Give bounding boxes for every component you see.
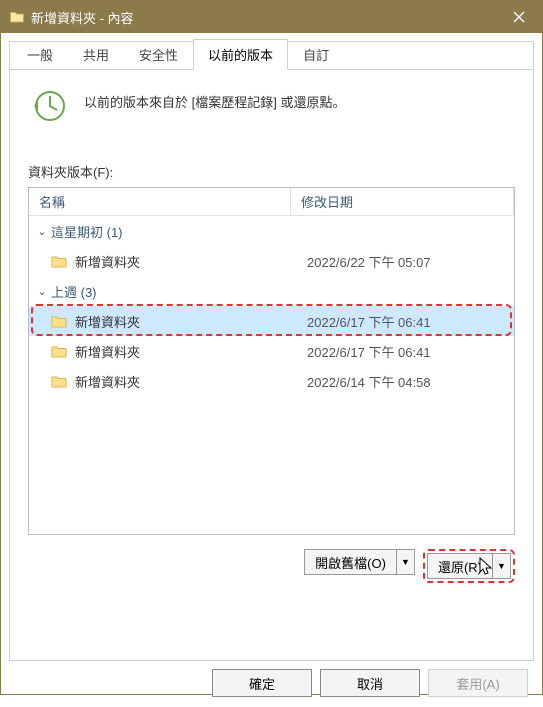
window-title: 新增資料夾 - 內容: [31, 8, 496, 27]
restore-button[interactable]: 還原(R) ▼: [427, 553, 511, 579]
group-label: 這星期初 (1): [51, 222, 123, 241]
folder-icon: [51, 254, 69, 268]
dialog-frame: 一般 共用 安全性 以前的版本 自訂 以前的版本來自於 [檔案歷程記錄] 或還原…: [9, 41, 534, 661]
item-date: 2022/6/22 下午 05:07: [307, 252, 514, 271]
item-name: 新增資料夾: [75, 312, 307, 331]
list-item[interactable]: 新增資料夾 2022/6/17 下午 06:41: [29, 336, 514, 366]
chevron-down-icon: ⌄: [35, 285, 49, 298]
item-name: 新增資料夾: [75, 342, 307, 361]
tab-previous-versions[interactable]: 以前的版本: [193, 39, 288, 70]
item-name: 新增資料夾: [75, 372, 307, 391]
tab-body: 以前的版本來自於 [檔案歷程記錄] 或還原點。 資料夾版本(F): 名稱 修改日…: [10, 70, 533, 583]
folder-icon: [51, 374, 69, 388]
versions-list[interactable]: 名稱 修改日期 ⌄ 這星期初 (1) 新增資料夾 2022/6/22 下午 05…: [28, 187, 515, 535]
ok-button[interactable]: 確定: [212, 669, 312, 697]
hint-text: 以前的版本來自於 [檔案歷程記錄] 或還原點。: [84, 86, 345, 111]
col-name[interactable]: 名稱: [29, 188, 291, 215]
restore-label: 還原(R): [428, 554, 492, 578]
titlebar: 新增資料夾 - 內容: [1, 1, 542, 33]
folder-icon: [9, 9, 25, 25]
tab-custom[interactable]: 自訂: [288, 39, 344, 69]
list-item[interactable]: 新增資料夾 2022/6/14 下午 04:58: [29, 366, 514, 396]
tab-strip: 一般 共用 安全性 以前的版本 自訂: [10, 42, 533, 70]
open-button[interactable]: 開啟舊檔(O) ▼: [304, 549, 415, 575]
col-date[interactable]: 修改日期: [291, 188, 514, 215]
group-row[interactable]: ⌄ 這星期初 (1): [29, 216, 514, 246]
group-row[interactable]: ⌄ 上週 (3): [29, 276, 514, 306]
folder-icon: [51, 314, 69, 328]
versions-label: 資料夾版本(F):: [28, 162, 515, 181]
item-date: 2022/6/14 下午 04:58: [307, 372, 514, 391]
list-item[interactable]: 新增資料夾 2022/6/22 下午 05:07: [29, 246, 514, 276]
action-buttons: 開啟舊檔(O) ▼ 還原(R) ▼: [28, 549, 515, 583]
tab-security[interactable]: 安全性: [124, 39, 193, 69]
item-date: 2022/6/17 下午 06:41: [307, 312, 514, 331]
history-icon: [28, 86, 68, 126]
list-header: 名稱 修改日期: [29, 188, 514, 216]
folder-icon: [51, 344, 69, 358]
dropdown-icon[interactable]: ▼: [396, 550, 414, 574]
item-name: 新增資料夾: [75, 252, 307, 271]
group-label: 上週 (3): [51, 282, 97, 301]
dropdown-icon[interactable]: ▼: [492, 554, 510, 578]
chevron-down-icon: ⌄: [35, 225, 49, 238]
list-item-selected[interactable]: 新增資料夾 2022/6/17 下午 06:41: [29, 306, 514, 336]
apply-button[interactable]: 套用(A): [428, 669, 528, 697]
cancel-button[interactable]: 取消: [320, 669, 420, 697]
close-button[interactable]: [496, 1, 542, 33]
tab-sharing[interactable]: 共用: [68, 39, 124, 69]
open-label: 開啟舊檔(O): [305, 550, 396, 574]
item-date: 2022/6/17 下午 06:41: [307, 342, 514, 361]
tab-general[interactable]: 一般: [12, 39, 68, 69]
restore-annotation: 還原(R) ▼: [423, 549, 515, 583]
hint-row: 以前的版本來自於 [檔案歷程記錄] 或還原點。: [28, 86, 515, 126]
